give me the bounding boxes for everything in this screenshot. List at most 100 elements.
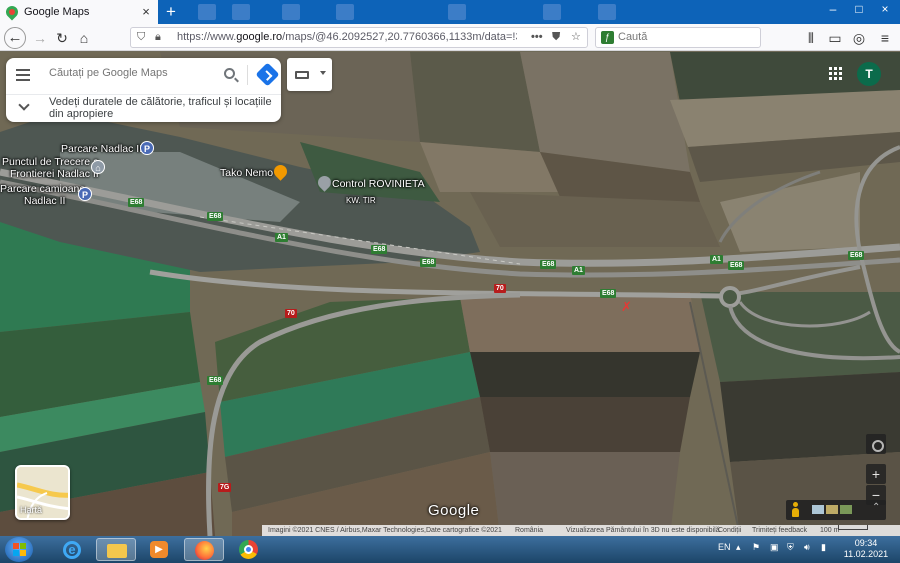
desktop-shortcut-icon (198, 4, 216, 20)
clock-time: 09:34 (854, 538, 878, 548)
incident-icon[interactable]: ✗ (621, 300, 632, 313)
parking-pin-icon[interactable]: P (140, 141, 154, 155)
search-icon[interactable] (224, 68, 235, 79)
scale-label[interactable]: 100 m (820, 525, 839, 536)
hamburger-menu-icon[interactable] (16, 69, 30, 81)
road-shield-e68: E68 (600, 289, 617, 298)
tab-google-maps[interactable]: Google Maps × (0, 0, 158, 24)
browser-tab-strip: Google Maps × + – □ × (0, 0, 900, 24)
place-label-truck-parking-1[interactable]: Parcare camioane (0, 184, 85, 195)
menu-icon[interactable]: ≡ (874, 27, 896, 49)
road-shield-7g: 7G (218, 483, 232, 492)
back-button[interactable]: ← (4, 27, 26, 49)
street-view-bar: ⌃ (786, 500, 886, 520)
home-icon[interactable]: ⌂ (73, 27, 95, 49)
my-location-icon[interactable] (866, 434, 886, 454)
new-tab-button[interactable]: + (162, 2, 180, 22)
security-icon[interactable]: ⛨ (787, 542, 794, 553)
place-label-control-rovinieta[interactable]: Control ROVINIETA (332, 179, 425, 190)
notification-icon[interactable]: ▴ (736, 542, 741, 553)
lock-icon[interactable]: 🔒︎ (155, 28, 161, 47)
feedback-link[interactable]: Trimiteți feedback (752, 525, 807, 536)
truck-parking-pin-icon[interactable]: P (78, 187, 92, 201)
close-window-button[interactable]: × (872, 0, 898, 20)
language-indicator[interactable]: EN (718, 542, 731, 552)
place-label-border-crossing-2[interactable]: Frontierei Nadlac II (10, 169, 99, 180)
search-bar[interactable]: ƒ Caută (595, 27, 761, 48)
file-explorer-icon[interactable] (96, 538, 136, 561)
clock-date: 11.02.2021 (843, 549, 889, 559)
firefox-icon[interactable] (184, 538, 224, 561)
map-type-toggle[interactable]: Hartă (15, 465, 70, 520)
dropdown-arrow-icon[interactable] (320, 71, 326, 75)
road-shield-a1: A1 (275, 233, 288, 242)
maps-search-input[interactable] (49, 67, 209, 79)
google-maps-favicon-icon (3, 3, 21, 21)
satellite-map[interactable]: Parcare Nadlac II P Punctul de Trecere a… (0, 52, 900, 536)
network-icon[interactable]: ▮ (821, 542, 826, 553)
url-text[interactable]: https://www.google.ro/maps/@46.2092527,2… (177, 28, 517, 47)
keyboard-icon (295, 71, 309, 79)
search-bar-placeholder: Caută (618, 31, 648, 43)
library-icon[interactable]: ⫴ (800, 27, 822, 49)
account-avatar[interactable]: T (857, 62, 881, 86)
tab-close-button[interactable]: × (138, 4, 154, 20)
google-apps-icon[interactable] (829, 67, 843, 81)
reload-icon[interactable]: ↻ (51, 27, 73, 49)
road-shield-e68: E68 (848, 251, 865, 260)
desktop-shortcut-icon (598, 4, 616, 20)
road-shield-e68: E68 (207, 212, 224, 221)
bookmark-star-icon[interactable]: ☆ (571, 28, 581, 47)
media-player-icon[interactable]: ▶ (139, 538, 179, 561)
chrome-icon[interactable] (229, 538, 269, 561)
travel-times-suggestion[interactable]: Vedeți duratele de călătorie, traficul ș… (6, 94, 281, 122)
place-label-kw-tir[interactable]: KW. TIR (346, 195, 376, 206)
road-shield-e68: E68 (728, 261, 745, 270)
input-tools-button[interactable] (287, 58, 332, 91)
volume-icon[interactable]: 🔊︎ (804, 542, 810, 553)
sidebar-icon[interactable]: ▭ (824, 27, 846, 49)
place-label-truck-parking-2[interactable]: Nadlac II (24, 196, 65, 207)
place-label-border-crossing-1[interactable]: Punctul de Trecere a (2, 157, 99, 168)
system-clock[interactable]: 09:34 11.02.2021 (838, 538, 894, 560)
forward-button[interactable]: → (29, 27, 51, 49)
flag-icon[interactable]: ⚑ (752, 542, 760, 553)
border-pin-icon[interactable]: ⌂ (91, 160, 105, 174)
tab-title: Google Maps (24, 6, 90, 18)
desktop-shortcut-icon (448, 4, 466, 20)
terms-link[interactable]: Condiții (718, 525, 741, 536)
search-row (6, 58, 281, 92)
divider (247, 65, 248, 85)
search-engine-icon: ƒ (601, 31, 614, 44)
scale-bar (838, 525, 868, 530)
desktop-shortcut-icon (232, 4, 250, 20)
place-label-parking[interactable]: Parcare Nadlac II (61, 144, 142, 155)
suggestion-text: Vedeți duratele de călătorie, traficul ș… (49, 96, 272, 120)
imagery-attribution: Imagini ©2021 CNES / Airbus,Maxar Techno… (268, 527, 502, 534)
expand-icon[interactable]: ⌃ (872, 502, 880, 513)
pocket-icon[interactable]: ⛊ (552, 28, 560, 47)
google-logo: Google (428, 502, 480, 519)
windows-taskbar: e ▶ EN ▴ ⚑ ▣ ⛨ 🔊︎ ▮ 09:34 11.02.2021 (0, 536, 900, 563)
internet-explorer-icon[interactable]: e (53, 538, 93, 561)
page-actions-icon[interactable]: ••• (531, 28, 543, 47)
desktop-shortcut-icon (543, 4, 561, 20)
country-label[interactable]: România (515, 525, 543, 536)
chevron-down-icon[interactable] (18, 99, 30, 111)
minimize-button[interactable]: – (820, 0, 846, 20)
road-shield-e68: E68 (128, 198, 145, 207)
windows-start-icon[interactable] (5, 537, 33, 562)
zoom-in-button[interactable]: + (866, 464, 886, 484)
attribution-bar: Imagini ©2021 CNES / Airbus,Maxar Techno… (262, 525, 900, 536)
desktop-shortcut-icon (282, 4, 300, 20)
maximize-button[interactable]: □ (846, 0, 872, 20)
extension-icon[interactable]: ◎ (848, 27, 870, 49)
place-label-tako-nemo[interactable]: Tako Nemo (220, 168, 273, 179)
road-shield-e68: E68 (420, 258, 437, 267)
pegman-icon[interactable] (791, 502, 800, 517)
shield-icon[interactable]: ⛉ (137, 28, 145, 47)
display-icon[interactable]: ▣ (770, 542, 779, 553)
desktop-shortcut-icon (336, 4, 354, 20)
directions-icon[interactable] (255, 62, 280, 87)
address-bar[interactable]: ⛉ 🔒︎ https://www.google.ro/maps/@46.2092… (130, 27, 588, 48)
